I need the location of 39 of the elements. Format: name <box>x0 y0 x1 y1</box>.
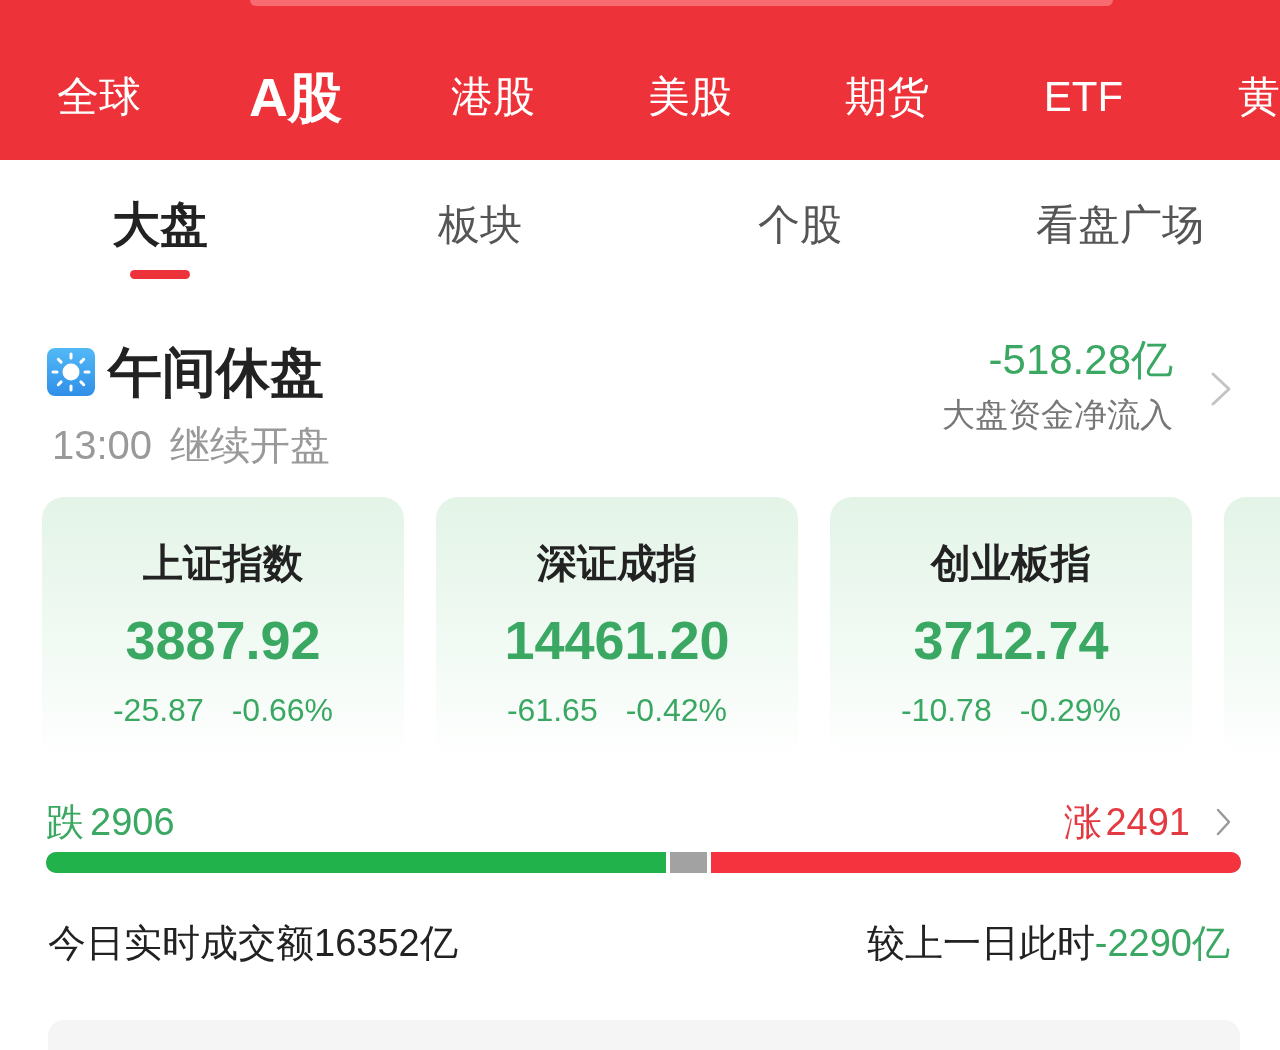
market-tab[interactable]: 黄 <box>1238 69 1280 125</box>
market-tab[interactable]: ETF <box>1043 69 1124 125</box>
index-change-percent: -0.29% <box>1019 691 1122 730</box>
turnover-text: 今日实时成交额16352亿 <box>48 921 458 966</box>
comparison-value: -2290亿 <box>1094 921 1230 966</box>
index-name: 深证成指 <box>537 541 697 585</box>
index-name: 上证指数 <box>143 541 303 585</box>
chevron-right-icon[interactable] <box>1210 371 1232 407</box>
index-change: -61.65 <box>506 691 598 730</box>
market-tab[interactable]: A股 <box>249 69 342 125</box>
session-title: 午间休盘 <box>108 341 324 404</box>
index-value: 14461.20 <box>504 609 730 672</box>
index-change-percent: -0.42% <box>625 691 728 730</box>
advance-label: 涨 <box>1064 799 1103 845</box>
search-bar[interactable] <box>250 0 1113 6</box>
market-tab[interactable]: 港股 <box>450 69 535 125</box>
decline-count: 2906 <box>90 800 175 844</box>
net-flow-label: 大盘资金净流入 <box>942 395 1173 435</box>
net-flow-value: -518.28亿 <box>988 335 1173 385</box>
index-change: -25.87 <box>112 691 204 730</box>
index-value: 3712.74 <box>913 609 1109 672</box>
index-change-percent: -0.66% <box>231 691 334 730</box>
advance-count: 2491 <box>1105 800 1190 844</box>
market-tab[interactable]: 期货 <box>844 69 929 125</box>
market-tab[interactable]: 美股 <box>647 69 732 125</box>
index-name: 创业板指 <box>931 541 1091 585</box>
view-tab[interactable]: 板块 <box>438 200 522 250</box>
view-tab[interactable]: 大盘 <box>112 200 208 279</box>
resume-text: 继续开盘 <box>170 422 331 469</box>
sun-icon <box>47 348 95 396</box>
view-tab[interactable]: 个股 <box>758 200 842 250</box>
index-change: -10.78 <box>900 691 992 730</box>
market-tab[interactable]: 全球 <box>56 69 141 125</box>
index-value: 3887.92 <box>125 609 321 672</box>
decline-label: 跌 <box>46 799 84 845</box>
chevron-right-icon[interactable] <box>1215 807 1232 837</box>
resume-time: 13:00 <box>52 422 153 469</box>
view-tab[interactable]: 看盘广场 <box>1036 200 1204 250</box>
comparison-label: 较上一日此时 <box>866 921 1095 966</box>
